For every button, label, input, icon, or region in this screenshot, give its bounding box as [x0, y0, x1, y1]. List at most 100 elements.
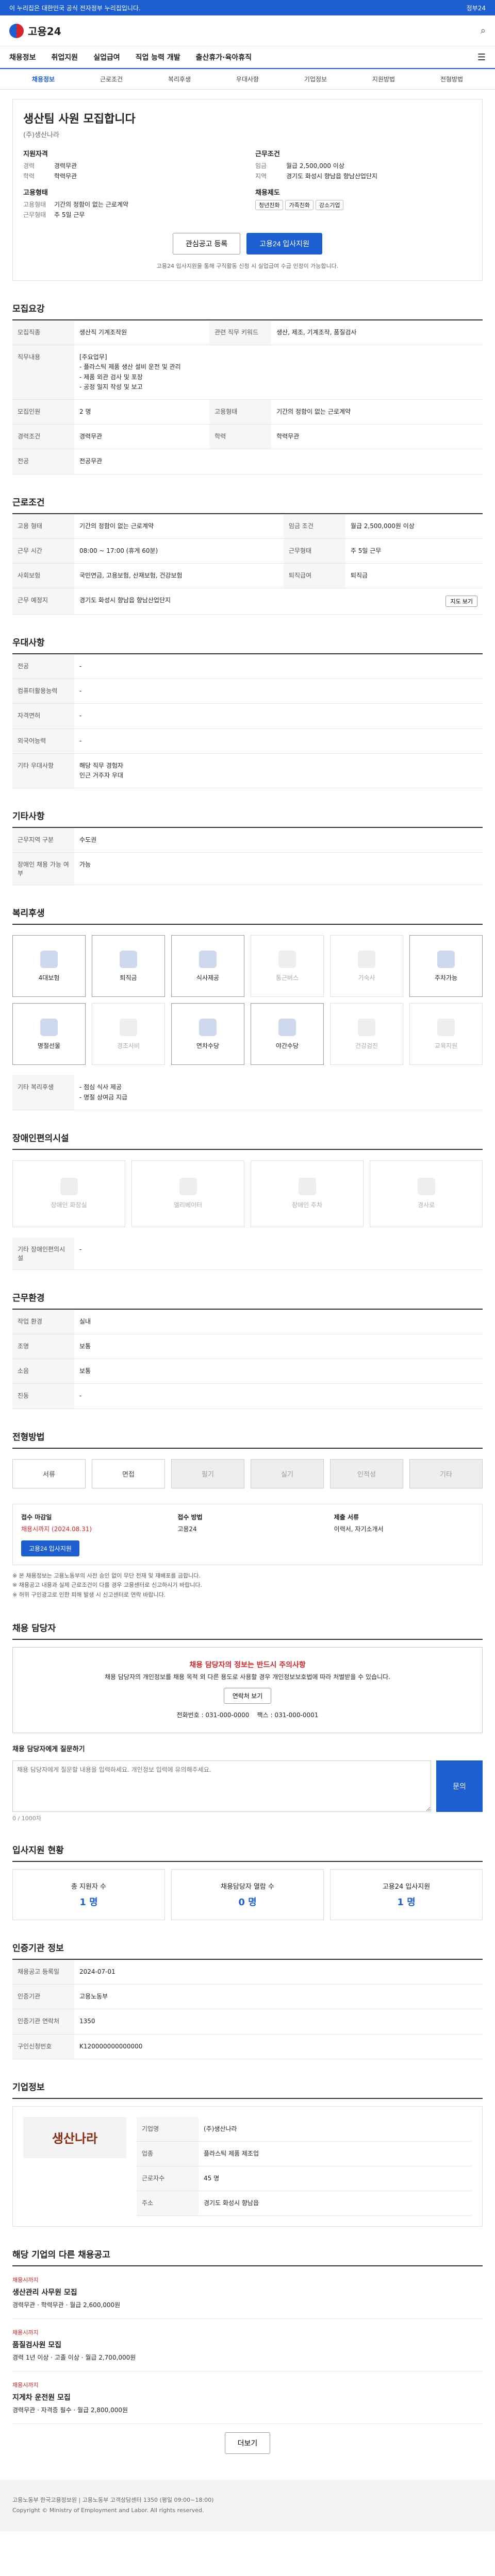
- welfare-item: 야간수당: [251, 1003, 324, 1065]
- table-row: 작업 환경 실내: [12, 1309, 483, 1334]
- table-row: 전공 -: [12, 654, 483, 680]
- facility-item: 장애인 화장실: [12, 1160, 125, 1227]
- search-icon[interactable]: ⌕: [481, 25, 486, 36]
- qa-input[interactable]: [12, 1760, 431, 1812]
- menu-icon[interactable]: ☰: [477, 52, 486, 63]
- welfare-icon: [358, 950, 375, 968]
- summary-row: 근무형태 주 5일 근무: [23, 211, 85, 218]
- section-title: 근로조건: [12, 495, 483, 514]
- welfare-item: 연차수당: [171, 1003, 244, 1065]
- section-title: 복리후생: [12, 906, 483, 925]
- other-job-item[interactable]: 채용시까지 품질검사원 모집 경력 1년 이상 · 고졸 이상 · 월급 2,700…: [12, 2319, 483, 2372]
- etc-section: 기타사항 근무지역 구분 수도권 장애인 채용 가능 여부 가능: [12, 809, 483, 886]
- table-row: 근로자수 45 명: [137, 2166, 472, 2192]
- section-title: 기업정보: [12, 2080, 483, 2099]
- welfare-item: 통근버스: [251, 935, 324, 997]
- status-card: 채용담당자 열람 수0 명: [171, 1869, 324, 1920]
- section-title: 해당 기업의 다른 채용공고: [12, 2247, 483, 2267]
- welfare-item: 명절선물: [12, 1003, 86, 1065]
- process-note: ※ 채용공고 내용과 실제 근로조건이 다를 경우 고용센터로 신고하시기 바랍…: [12, 1582, 203, 1589]
- table-row: 근무지역 구분 수도권: [12, 828, 483, 853]
- welfare-icon: [120, 1018, 137, 1036]
- subnav-tab[interactable]: 근로조건: [77, 75, 145, 83]
- company-logo: 생산나라: [23, 2116, 126, 2158]
- other-job-item[interactable]: 채용시까지 지게차 운전원 모집 경력무관 · 자격증 필수 · 월급 2,800,…: [12, 2371, 483, 2425]
- summary-row: 학력 학력무관: [23, 173, 77, 180]
- welfare-icon: [278, 950, 296, 968]
- job-type-value: 생산직 기계조작원: [74, 320, 210, 346]
- section-title: 인증기관 정보: [12, 1941, 483, 1960]
- summary-row: 고용형태 기간의 정함이 없는 근로계약: [23, 201, 128, 208]
- subnav-tab[interactable]: 지원방법: [350, 75, 418, 83]
- company-name[interactable]: (주)생산나라: [23, 129, 472, 139]
- disability-section: 장애인편의시설 장애인 화장실 엘리베이터 장애인 주차 경사로 기타 장애인편의시설…: [12, 1131, 483, 1270]
- table-row: 인증기관 연락처 1350: [12, 2009, 483, 2035]
- table-row: 외국어능력 -: [12, 728, 483, 754]
- job-title: 생산팀 사원 모집합니다: [23, 113, 136, 126]
- welfare-item: 퇴직금: [92, 935, 165, 997]
- subnav-tab[interactable]: 전형방법: [418, 75, 486, 83]
- process-note: ※ 허위 구인광고로 인한 피해 발생 시 신고센터로 연락 바랍니다.: [12, 1591, 166, 1598]
- table-row: 주소 경기도 화성시 향남읍: [137, 2191, 472, 2216]
- table-row: 진동 -: [12, 1383, 483, 1409]
- subnav-tab[interactable]: 복리후생: [145, 75, 213, 83]
- table-row: 조명 보통: [12, 1334, 483, 1360]
- facility-icon: [179, 1178, 197, 1196]
- qa-submit-button[interactable]: 문의: [436, 1760, 483, 1812]
- gnb-item[interactable]: 실업급여: [93, 52, 120, 62]
- show-contact-button[interactable]: 연락처 보기: [223, 1688, 272, 1704]
- map-button[interactable]: 지도 보기: [446, 596, 477, 607]
- welfare-icon: [120, 950, 137, 968]
- welfare-item: 주차가능: [409, 935, 483, 997]
- detail-tabs: 채용정보 근로조건 복리후생 우대사항 기업정보 지원방법 전형방법: [0, 69, 495, 90]
- welfare-item: 교육지원: [409, 1003, 483, 1065]
- table-row: 소음 보통: [12, 1359, 483, 1384]
- subnav-tab[interactable]: 우대사항: [213, 75, 282, 83]
- subnav-tab[interactable]: 기업정보: [282, 75, 350, 83]
- facility-item: 경사로: [370, 1160, 483, 1227]
- gnb-item[interactable]: 취업지원: [52, 52, 78, 62]
- job-summary-card: 생산팀 사원 모집합니다 (주)생산나라 지원자격 경력 경력무관 학력 학력무관 근무…: [12, 99, 483, 281]
- section-title: 근무환경: [12, 1291, 483, 1310]
- work-env-section: 근무환경 작업 환경 실내 조명 보통 소음 보통 진동 -: [12, 1291, 483, 1409]
- facility-icon: [60, 1178, 78, 1196]
- hiring-tag: 강소기업: [315, 200, 344, 210]
- gnb-item[interactable]: 직업 능력 개발: [136, 52, 180, 62]
- subnav-tab[interactable]: 채용정보: [9, 75, 77, 83]
- facility-item: 엘리베이터: [131, 1160, 244, 1227]
- recruit-section: 모집요강 모집직종 생산직 기계조작원 관련 직무 키워드 생산, 제조, 기계조작,…: [12, 301, 483, 474]
- more-button[interactable]: 더보기: [224, 2432, 271, 2454]
- welfare-item: 식사제공: [171, 935, 244, 997]
- gnb-item[interactable]: 채용정보: [9, 52, 36, 62]
- section-title: 모집요강: [12, 301, 483, 320]
- section-title: 입사지원 현황: [12, 1843, 483, 1862]
- welfare-icon: [40, 950, 58, 968]
- table-row: 업종 플라스틱 제품 제조업: [137, 2141, 472, 2167]
- summary-row: 임금 월급 2,500,000 이상: [255, 162, 344, 170]
- status-card: 고용24 입사지원 1 명: [330, 1869, 483, 1920]
- site-footer: 고용노동부 한국고용정보원 | 고용노동부 고객상담센터 1350 (평일 09…: [0, 2480, 495, 2532]
- company-section: 기업정보 생산나라 기업명 (주)생산나라 업종 플라스틱 제품 제조업 근로자수 45 …: [12, 2080, 483, 2227]
- other-job-item[interactable]: 채용시까지 생산관리 사무원 모집 경력무관 · 학력무관 · 월급 2,600,0…: [12, 2266, 483, 2319]
- section-title: 우대사항: [12, 635, 483, 655]
- apply-info-panel: 접수 마감일 채용시까지 (2024.08.31) 고용24 입사지원 접수 방법 고…: [12, 1503, 483, 1565]
- site-header: 고용24 ⌕: [0, 15, 495, 46]
- gnb-item[interactable]: 출산휴가·육아휴직: [196, 52, 252, 62]
- welfare-item: 경조사비: [92, 1003, 165, 1065]
- apply-button[interactable]: 고용24 입사지원: [246, 233, 322, 255]
- gov-link[interactable]: 정부24: [467, 4, 486, 12]
- welfare-icon: [199, 950, 217, 968]
- site-logo[interactable]: 고용24: [9, 23, 61, 38]
- status-card: 총 지원자 수1 명: [12, 1869, 165, 1920]
- apply-button-2[interactable]: 고용24 입사지원: [21, 1540, 79, 1556]
- welfare-icon: [437, 950, 455, 968]
- table-row: 장애인 채용 가능 여부 가능: [12, 852, 483, 886]
- logo-icon: [9, 23, 24, 38]
- scrap-button[interactable]: 관심공고 등록: [173, 233, 241, 255]
- table-row: 채용공고 등록일 2024-07-01: [12, 1959, 483, 1985]
- process-method: 기타: [409, 1459, 483, 1488]
- table-row: 기타 우대사항 해당 직무 경험자 인근 거주자 우대: [12, 753, 483, 789]
- process-method: 실기: [251, 1459, 324, 1488]
- welfare-icon: [358, 1018, 375, 1036]
- employment-summary: 고용형태 고용형태 기간의 정함이 없는 근로계약 근무형태 주 5일 근무: [23, 187, 240, 221]
